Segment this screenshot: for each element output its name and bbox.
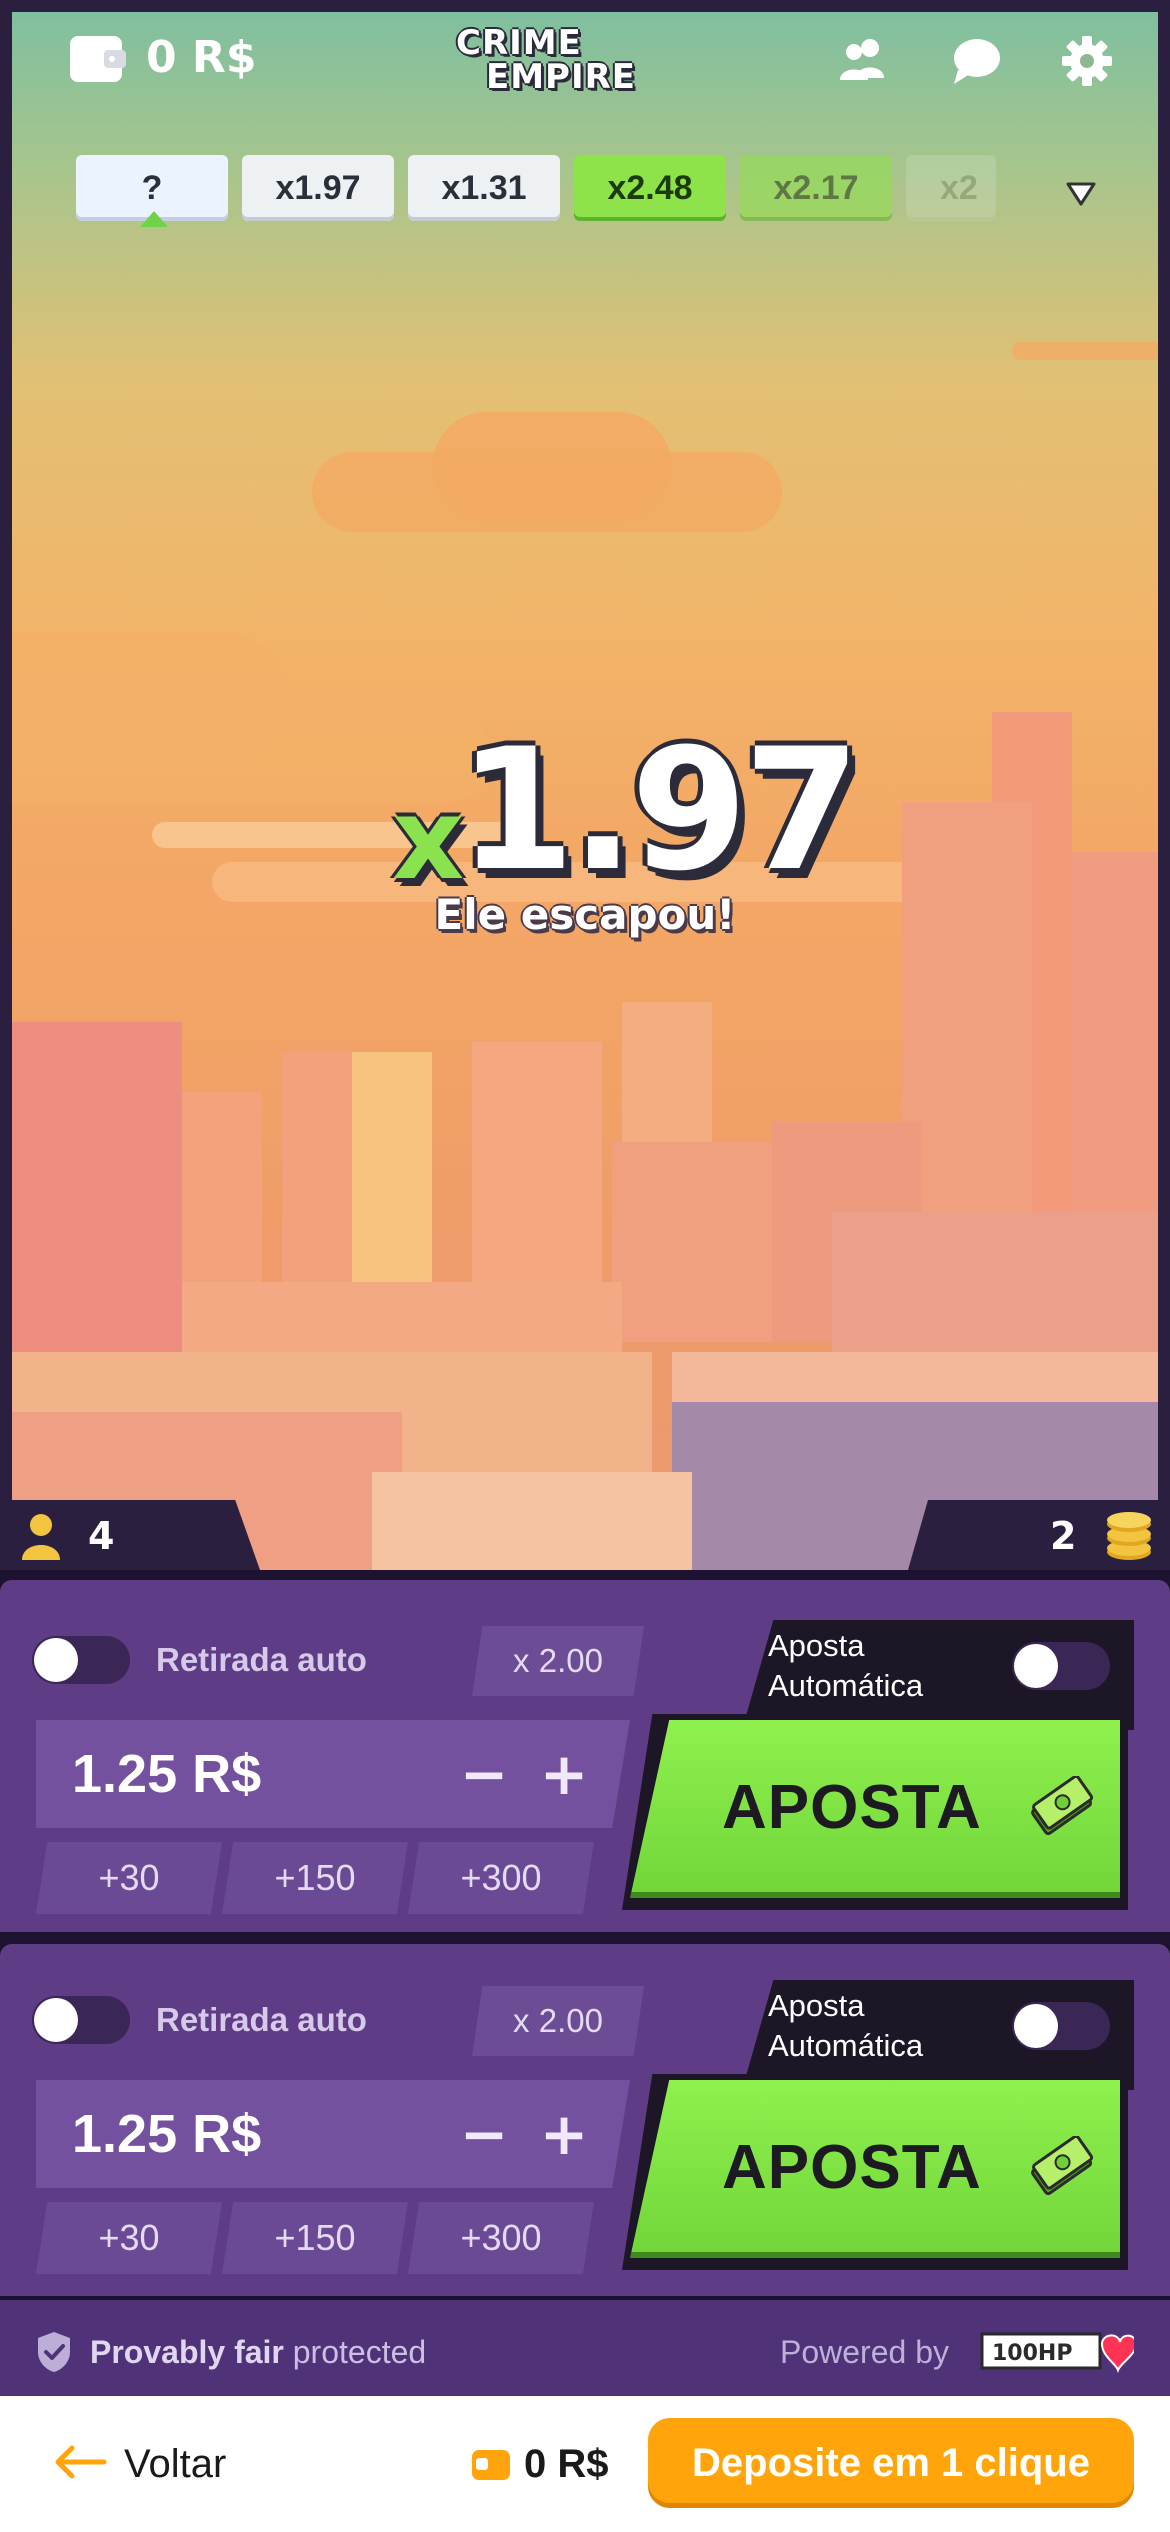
history-item: x2.17: [740, 155, 892, 221]
auto-bet-toggle[interactable]: [1012, 2002, 1110, 2050]
auto-cashout-label: Retirada auto: [156, 2001, 367, 2038]
round-status: Ele escapou!: [434, 890, 736, 939]
auto-bet-label: Aposta Automática: [768, 1988, 924, 2063]
wallet-icon[interactable]: [66, 30, 130, 86]
back-button[interactable]: Voltar: [124, 2440, 226, 2488]
quick-add-30-button[interactable]: +30: [36, 2202, 222, 2274]
bet-amount-value: 1.25 R$: [72, 2104, 262, 2164]
building: [672, 1352, 1158, 1402]
haze: [1012, 342, 1158, 360]
building: [372, 1472, 692, 1570]
bet-panel-1: Retirada auto x 2.00 1.25 R$ − + +30 +15…: [0, 1580, 1170, 1932]
bet-amount-field[interactable]: 1.25 R$ − +: [36, 1720, 630, 1828]
provably-fair-suffix: protected: [283, 2334, 427, 2370]
frame-top: [0, 0, 1170, 12]
multiplier-history: ? x1.97 x1.31 x2.48 x2.17 x2: [76, 155, 1036, 227]
toggle-knob: [1014, 1644, 1058, 1688]
history-item-label: x2.17: [773, 168, 859, 207]
decrease-amount-button[interactable]: −: [448, 2098, 520, 2170]
users-icon[interactable]: [834, 32, 892, 90]
logo-line-1: CRIME: [456, 23, 582, 63]
game-screen: 0 R$ CRIME EMPIRE ? x1.97 x1.31 x2.48 x2…: [0, 0, 1170, 2532]
increase-amount-button[interactable]: +: [528, 2098, 600, 2170]
quick-add-30-button[interactable]: +30: [36, 1842, 222, 1914]
auto-bet-label: Aposta Automática: [768, 1628, 924, 1703]
history-item-label: x2: [940, 168, 978, 207]
history-current-label: ?: [141, 168, 163, 207]
current-indicator-icon: [140, 211, 168, 227]
quick-add-150-button[interactable]: +150: [222, 1842, 408, 1914]
wallet-icon: [472, 2450, 510, 2480]
cloud: [312, 452, 782, 532]
toggle-knob: [34, 1638, 78, 1682]
history-item: x1.31: [408, 155, 560, 221]
shield-check-icon: [38, 2332, 70, 2372]
frame-left: [0, 0, 12, 1570]
bet-button-label: APOSTA: [722, 2133, 982, 2202]
multiplier-prefix: x: [392, 775, 465, 905]
bet-button-label: APOSTA: [722, 1773, 982, 1842]
logo-line-2: EMPIRE: [486, 57, 637, 97]
powered-by-label: Powered by: [780, 2334, 949, 2370]
building: [832, 1212, 1158, 1352]
bet-button-face: APOSTA: [630, 2080, 1120, 2258]
gear-icon[interactable]: [1058, 32, 1116, 90]
auto-cashout-label: Retirada auto: [156, 1641, 367, 1678]
bet-button-face: APOSTA: [630, 1720, 1120, 1898]
deposit-button[interactable]: Deposite em 1 clique: [648, 2418, 1134, 2508]
header-balance: 0 R$: [146, 32, 257, 83]
crime-empire-logo: CRIME EMPIRE: [450, 26, 640, 100]
building: [472, 1042, 602, 1322]
history-current-round: ?: [76, 155, 228, 227]
history-item: x2.48: [574, 155, 726, 221]
quick-add-300-button[interactable]: +300: [408, 2202, 594, 2274]
cash-icon: [1031, 2136, 1094, 2196]
provably-fair-label: Provably fair: [90, 2334, 284, 2370]
decrease-amount-button[interactable]: −: [448, 1738, 520, 1810]
bottom-balance: 0 R$: [524, 2442, 609, 2486]
toggle-knob: [1014, 2004, 1058, 2048]
bet-panel-2: Retirada auto x 2.00 1.25 R$ − + +30 +15…: [0, 1944, 1170, 2296]
chevron-down-icon[interactable]: [1064, 176, 1098, 210]
quick-add-300-button[interactable]: +300: [408, 1842, 594, 1914]
quick-add-150-button[interactable]: +150: [222, 2202, 408, 2274]
round-multiplier: 1.97: [458, 712, 861, 908]
auto-cashout-toggle[interactable]: [32, 1996, 130, 2044]
provider-logo: 100HP: [980, 2332, 1134, 2374]
history-item: x1.97: [242, 155, 394, 221]
auto-cashout-toggle[interactable]: [32, 1636, 130, 1684]
history-item-label: x2.48: [607, 168, 693, 207]
history-item-label: x1.31: [441, 168, 527, 207]
coins-count: 2: [1050, 1514, 1077, 1558]
user-icon: [22, 1514, 60, 1560]
players-count: 4: [88, 1514, 115, 1558]
toggle-knob: [34, 1998, 78, 2042]
building: [12, 1022, 182, 1362]
auto-cashout-multiplier[interactable]: x 2.00: [472, 1626, 644, 1696]
coins-icon: [1107, 1512, 1151, 1560]
provably-fair-link[interactable]: Provably fair protected: [90, 2332, 426, 2372]
increase-amount-button[interactable]: +: [528, 1738, 600, 1810]
history-item-label: x1.97: [275, 168, 361, 207]
auto-bet-toggle[interactable]: [1012, 1642, 1110, 1690]
arrow-left-icon[interactable]: [50, 2442, 108, 2482]
frame-right: [1158, 0, 1170, 1570]
auto-cashout-multiplier[interactable]: x 2.00: [472, 1986, 644, 2056]
bet-amount-value: 1.25 R$: [72, 1744, 262, 1804]
svg-text:100HP: 100HP: [992, 2341, 1072, 2366]
history-item: x2: [906, 155, 996, 221]
bet-button[interactable]: APOSTA: [622, 2074, 1128, 2270]
bet-amount-field[interactable]: 1.25 R$ − +: [36, 2080, 630, 2188]
cash-icon: [1031, 1776, 1094, 1836]
chat-icon[interactable]: [948, 32, 1006, 90]
bet-button[interactable]: APOSTA: [622, 1714, 1128, 1910]
